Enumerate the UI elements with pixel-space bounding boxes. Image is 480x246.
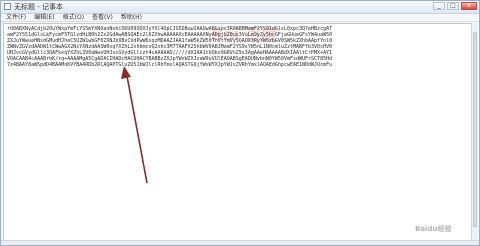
annotation-arrow	[121, 66, 148, 184]
arrow-head-icon	[121, 66, 131, 79]
baidu-jingyan-watermark: Baidu经验	[415, 225, 452, 233]
arrow-shaft	[126, 75, 148, 184]
